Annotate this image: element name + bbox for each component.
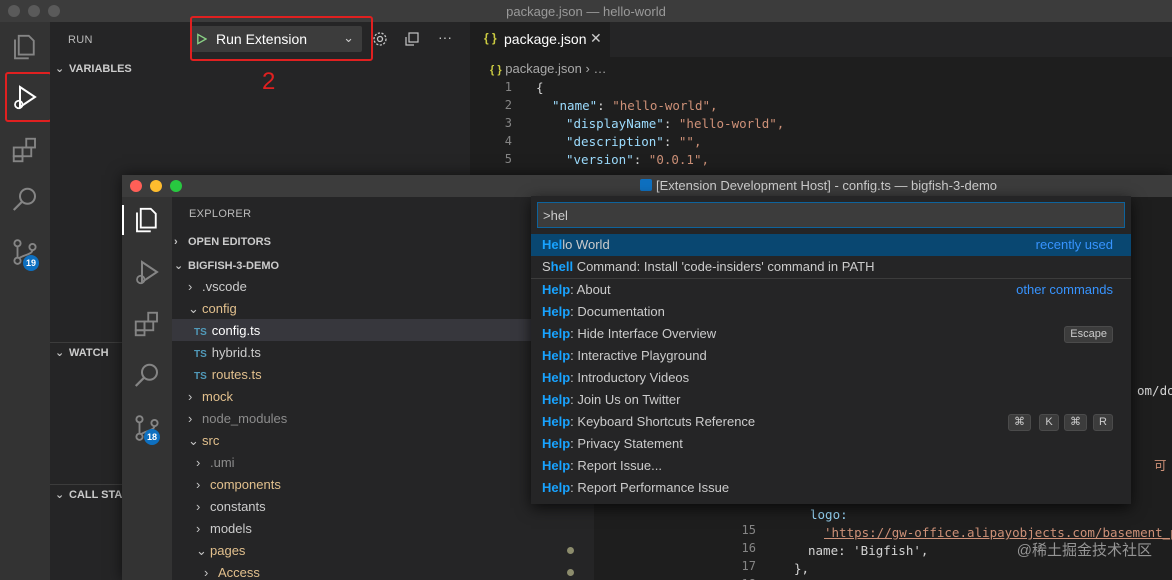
line-number: 3 bbox=[504, 116, 512, 130]
code-line: logo: bbox=[810, 507, 848, 522]
vscode-logo-icon bbox=[640, 179, 652, 191]
escape-keybinding: Escape bbox=[1064, 326, 1113, 343]
breadcrumb[interactable]: { } package.json › … bbox=[490, 61, 606, 76]
palette-item-help-about[interactable]: Help: About other commands bbox=[531, 279, 1131, 301]
variables-section-header[interactable]: ⌄ VARIABLES bbox=[55, 62, 132, 75]
tree-file-config-ts[interactable]: TS config.ts bbox=[194, 323, 260, 338]
tree-folder-config[interactable]: ⌄ config bbox=[188, 301, 237, 317]
tree-folder-pages[interactable]: ⌄ pages bbox=[196, 543, 245, 559]
code-line: "name": "hello-world", bbox=[552, 98, 718, 113]
palette-item-help-videos[interactable]: Help: Introductory Videos bbox=[531, 367, 1131, 389]
close-tab-icon[interactable]: ✕ bbox=[590, 30, 602, 47]
explorer-title: EXPLORER bbox=[189, 208, 252, 220]
palette-item-help-privacy[interactable]: Help: Privacy Statement bbox=[531, 433, 1131, 455]
palette-item-help-documentation[interactable]: Help: Documentation bbox=[531, 301, 1131, 323]
palette-item-help-report-performance[interactable]: Help: Report Performance Issue bbox=[531, 477, 1131, 499]
more-actions-icon[interactable]: ··· bbox=[438, 29, 452, 45]
tree-folder-models[interactable]: › models bbox=[196, 521, 252, 536]
call-stack-section-header[interactable]: ⌄ CALL STA bbox=[55, 488, 122, 501]
annotation-box-2 bbox=[190, 16, 373, 61]
code-fragment: om/doc bbox=[1137, 383, 1172, 398]
command-palette-input[interactable] bbox=[537, 202, 1125, 228]
line-number: 2 bbox=[504, 98, 512, 112]
run-debug-icon[interactable] bbox=[132, 257, 162, 287]
line-number: 1 bbox=[504, 80, 512, 94]
search-icon[interactable] bbox=[132, 361, 162, 391]
watch-section-header[interactable]: ⌄ WATCH bbox=[55, 346, 109, 359]
tree-folder-node-modules[interactable]: › node_modules bbox=[188, 411, 287, 426]
tab-label: package.json bbox=[504, 31, 587, 47]
json-file-icon: { } bbox=[490, 64, 502, 76]
command-palette: Hello World recently used Shell Command:… bbox=[531, 196, 1131, 504]
annotation-box-1 bbox=[5, 72, 52, 122]
gear-icon[interactable] bbox=[372, 31, 388, 47]
palette-item-help-report-issue[interactable]: Help: Report Issue... bbox=[531, 455, 1131, 477]
outer-titlebar: package.json — hello-world bbox=[0, 0, 1172, 22]
watermark: @稀土掘金技术社区 bbox=[1016, 542, 1152, 559]
run-view-title: RUN bbox=[68, 34, 93, 46]
source-control-badge: 19 bbox=[23, 255, 39, 271]
tree-folder-vscode[interactable]: › .vscode bbox=[188, 279, 247, 294]
line-number: 4 bbox=[504, 134, 512, 148]
palette-item-help-twitter[interactable]: Help: Join Us on Twitter bbox=[531, 389, 1131, 411]
debug-console-icon[interactable] bbox=[404, 31, 420, 47]
close-window-dot[interactable] bbox=[130, 180, 142, 192]
code-line: "description": "", bbox=[566, 134, 702, 149]
extensions-icon[interactable] bbox=[10, 135, 40, 165]
json-file-icon: { } bbox=[484, 31, 497, 45]
inner-activity-bar: 18 bbox=[122, 197, 172, 580]
palette-item-help-playground[interactable]: Help: Interactive Playground bbox=[531, 345, 1131, 367]
minimize-window-dot[interactable] bbox=[150, 180, 162, 192]
extensions-icon[interactable] bbox=[132, 309, 162, 339]
search-icon[interactable] bbox=[10, 185, 40, 215]
palette-item-hello-world[interactable]: Hello World recently used bbox=[531, 234, 1131, 256]
palette-item-help-hide-overview[interactable]: Help: Hide Interface Overview Escape bbox=[531, 323, 1131, 345]
code-line: name: 'Bigfish', bbox=[808, 543, 929, 558]
tree-file-routes-ts[interactable]: TS routes.ts bbox=[194, 367, 262, 382]
open-editors-header[interactable]: › OPEN EDITORS bbox=[174, 236, 271, 248]
keybinding-key: ⌘ bbox=[1064, 414, 1087, 431]
modified-dot bbox=[567, 569, 574, 576]
keybinding-key: K bbox=[1039, 414, 1059, 431]
keybinding-key: ⌘ bbox=[1008, 414, 1031, 431]
palette-item-help-shortcuts[interactable]: Help: Keyboard Shortcuts Reference ⌘ K ⌘… bbox=[531, 411, 1131, 433]
tab-package-json[interactable]: { } package.json ✕ bbox=[470, 22, 610, 57]
outer-window-title: package.json — hello-world bbox=[506, 4, 666, 19]
tree-folder-constants[interactable]: › constants bbox=[196, 499, 266, 514]
tree-file-hybrid-ts[interactable]: TS hybrid.ts bbox=[194, 345, 261, 360]
recently-used-label: recently used bbox=[1035, 237, 1113, 252]
inner-window-title: [Extension Development Host] - config.ts… bbox=[640, 178, 997, 193]
keybinding-key: R bbox=[1093, 414, 1113, 431]
line-number: 17 bbox=[741, 559, 756, 573]
other-commands-label: other commands bbox=[1016, 282, 1113, 297]
line-number: 16 bbox=[741, 541, 756, 555]
line-number: 15 bbox=[741, 523, 756, 537]
active-indicator bbox=[122, 205, 124, 235]
code-fragment: 可 bbox=[1154, 458, 1167, 473]
tree-folder-components[interactable]: › components bbox=[196, 477, 281, 492]
code-line: "version": "0.0.1", bbox=[566, 152, 710, 167]
zoom-window-dot[interactable] bbox=[170, 180, 182, 192]
tree-folder-umi[interactable]: › .umi bbox=[196, 455, 235, 470]
inner-titlebar: [Extension Development Host] - config.ts… bbox=[122, 175, 1172, 197]
annotation-number-2: 2 bbox=[262, 68, 276, 95]
explorer-icon[interactable] bbox=[10, 32, 40, 62]
tree-folder-mock[interactable]: › mock bbox=[188, 389, 233, 404]
palette-item-shell-command[interactable]: Shell Command: Install 'code-insiders' c… bbox=[531, 256, 1131, 278]
code-line: "displayName": "hello-world", bbox=[566, 116, 785, 131]
tree-folder-access[interactable]: › Access bbox=[204, 565, 260, 580]
line-number: 5 bbox=[504, 152, 512, 166]
tree-folder-src[interactable]: ⌄ src bbox=[188, 433, 219, 449]
code-line: { bbox=[536, 80, 544, 95]
modified-dot bbox=[567, 547, 574, 554]
project-header[interactable]: ⌄ BIGFISH-3-DEMO bbox=[174, 259, 279, 272]
code-line: }, bbox=[794, 561, 810, 576]
explorer-icon[interactable] bbox=[132, 205, 162, 235]
source-control-badge: 18 bbox=[144, 429, 160, 445]
code-line: 'https://gw-office.alipayobjects.com/bas… bbox=[824, 525, 1172, 540]
